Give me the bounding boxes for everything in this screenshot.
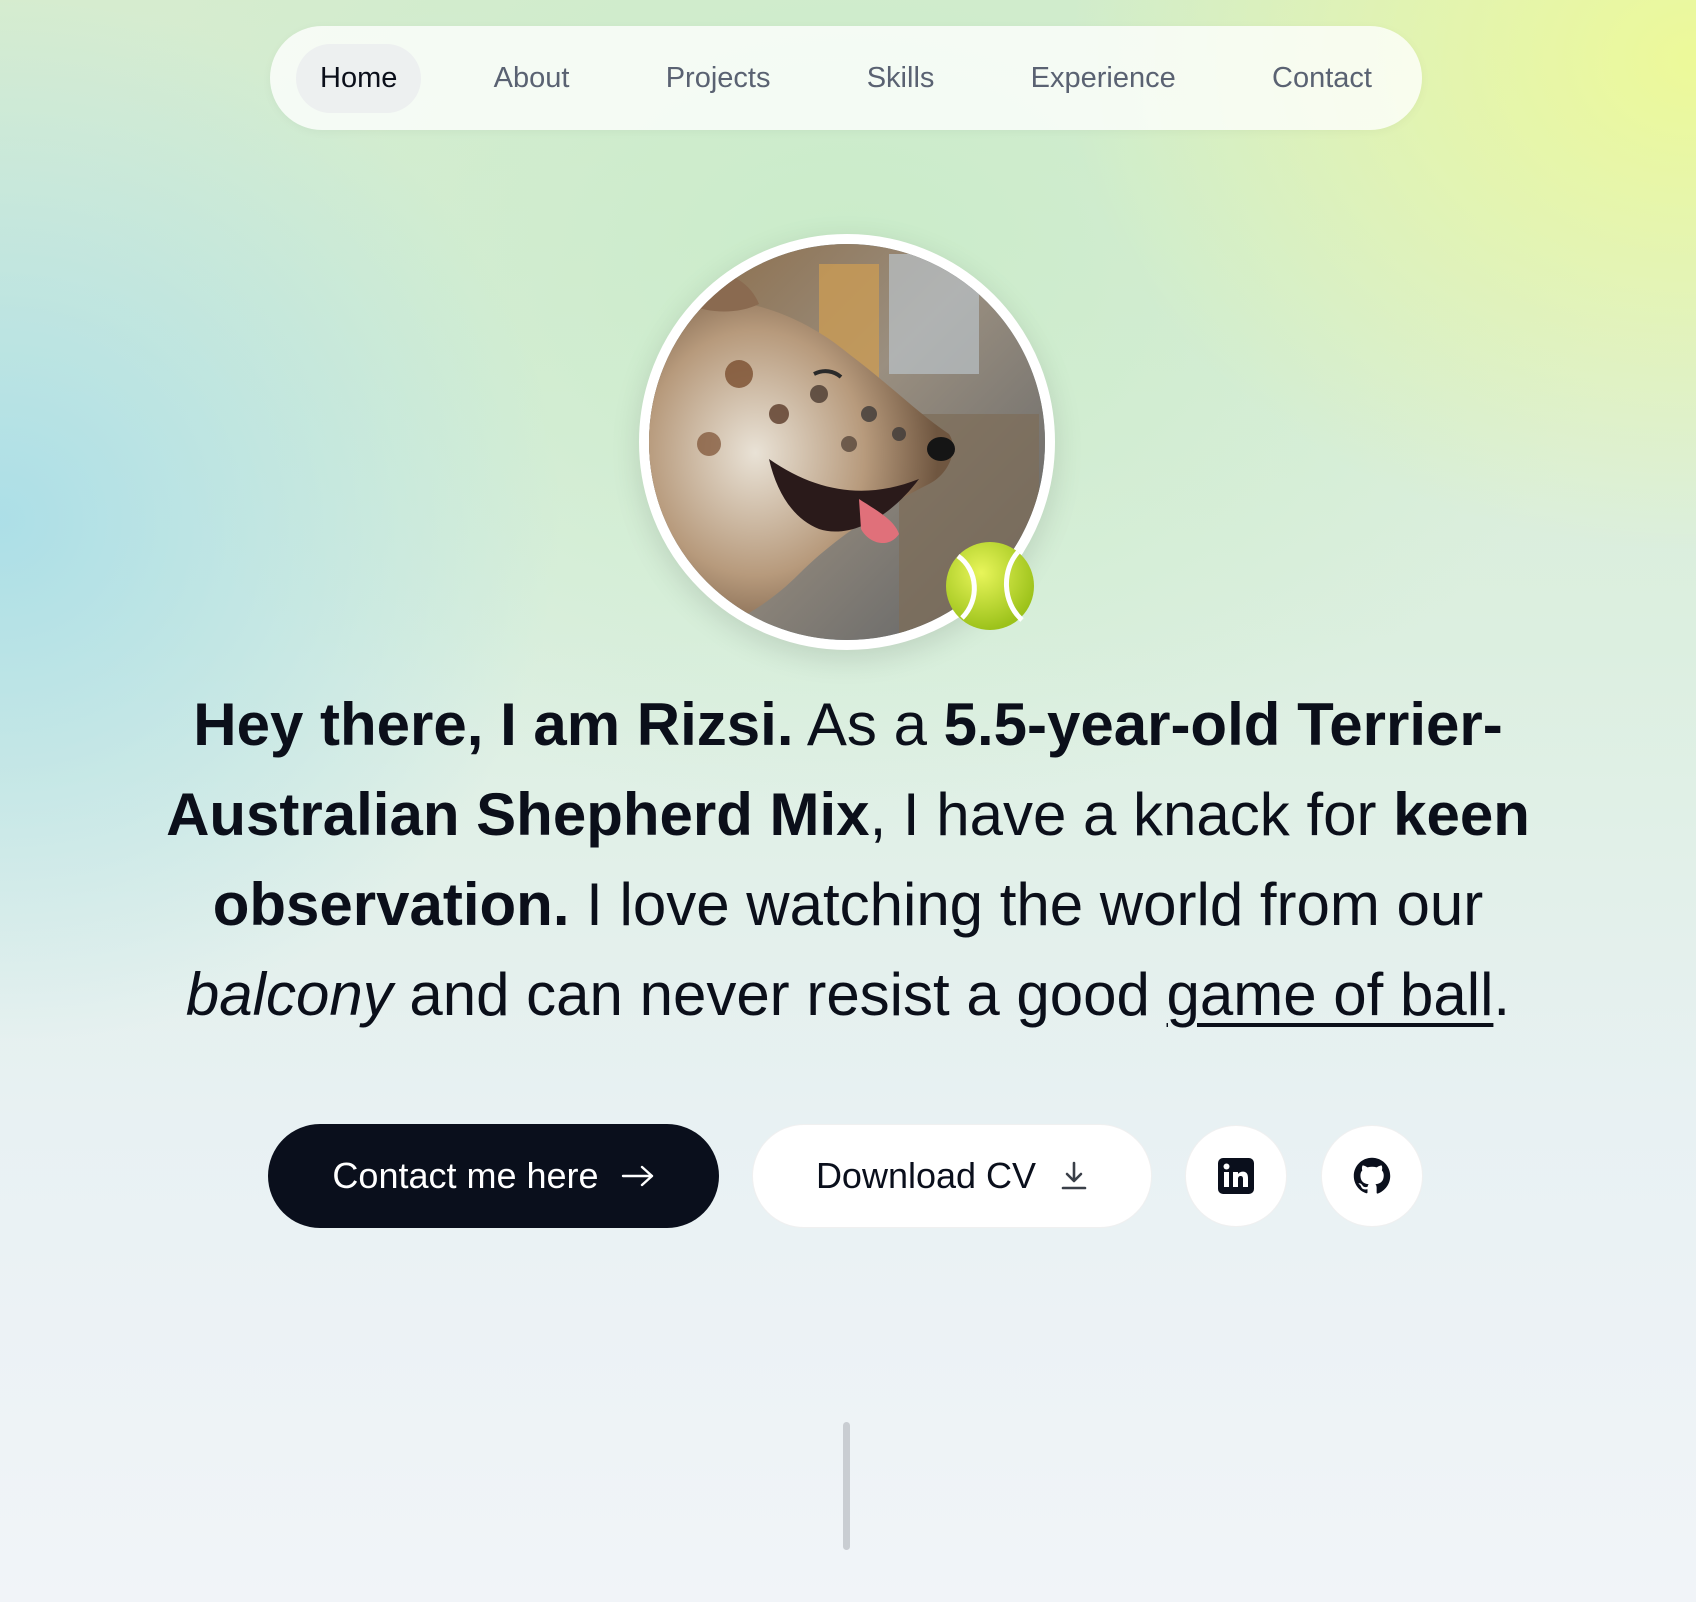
- nav-item-contact[interactable]: Contact: [1248, 44, 1396, 113]
- headline-intro: Hey there, I am Rizsi.: [193, 691, 794, 758]
- headline-text: .: [1493, 961, 1511, 1028]
- top-navigation: Home About Projects Skills Experience Co…: [270, 26, 1422, 130]
- nav-item-home[interactable]: Home: [296, 43, 422, 113]
- nav-item-experience[interactable]: Experience: [1007, 44, 1200, 113]
- tennis-ball-icon: [946, 542, 1034, 630]
- nav-item-projects[interactable]: Projects: [642, 44, 795, 113]
- nav-item-skills[interactable]: Skills: [843, 44, 959, 113]
- hero-actions: Contact me here Download CV: [268, 1124, 1423, 1228]
- headline-text: As a: [793, 691, 944, 758]
- linkedin-icon: [1218, 1158, 1254, 1194]
- github-button[interactable]: [1321, 1125, 1423, 1227]
- contact-me-label: Contact me here: [332, 1155, 599, 1196]
- hero-headline: Hey there, I am Rizsi. As a 5.5-year-old…: [120, 680, 1576, 1040]
- headline-balcony: balcony: [185, 961, 393, 1028]
- github-icon: [1353, 1157, 1391, 1194]
- linkedin-button[interactable]: [1185, 1125, 1287, 1227]
- download-cv-button[interactable]: Download CV: [752, 1124, 1152, 1228]
- scroll-indicator: [843, 1422, 850, 1550]
- nav-item-about[interactable]: About: [470, 44, 594, 113]
- profile-avatar-container: [639, 234, 1055, 650]
- headline-text: and can never resist a good: [392, 961, 1167, 1028]
- download-cv-label: Download CV: [815, 1155, 1037, 1196]
- download-icon: [1061, 1161, 1087, 1190]
- contact-me-button[interactable]: Contact me here: [268, 1124, 719, 1228]
- headline-game-of-ball: game of ball: [1166, 961, 1494, 1028]
- headline-text: I love watching the world from our: [569, 871, 1484, 938]
- arrow-right-icon: [621, 1165, 653, 1187]
- headline-text: , I have a knack for: [869, 781, 1394, 848]
